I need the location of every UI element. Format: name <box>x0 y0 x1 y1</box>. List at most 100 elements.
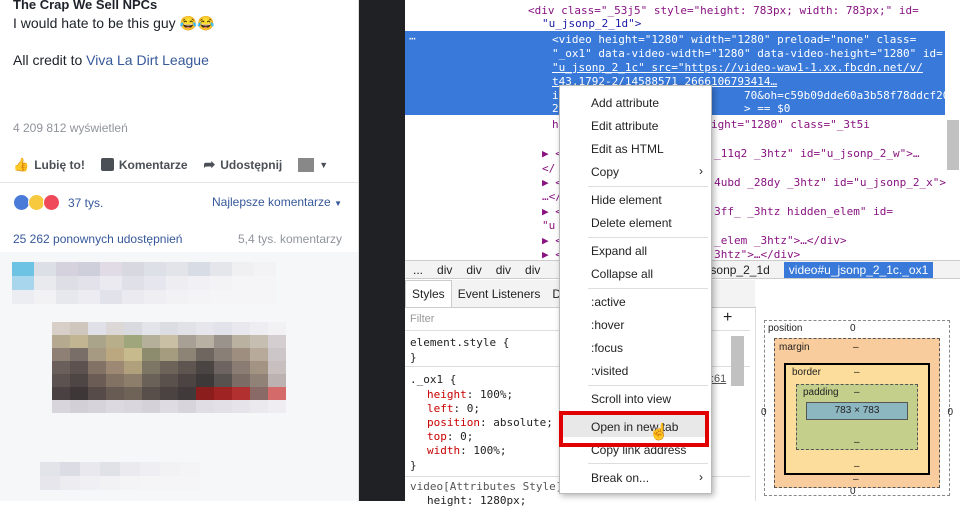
dom-line: "_ox1" data-video-width="1280" data-vide… <box>552 47 943 60</box>
mouse-cursor-icon: ☝ <box>649 424 669 441</box>
share-label: Udostępnij <box>220 157 283 172</box>
reactions-count: 37 tys. <box>68 195 104 210</box>
menu-item-visited-state[interactable]: :visited <box>591 364 628 378</box>
css-property[interactable]: width: 100%; <box>427 444 507 457</box>
sort-label: Najlepsze komentarze <box>212 195 331 209</box>
menu-item-hide-element[interactable]: Hide element <box>591 193 662 207</box>
menu-item-break-on[interactable]: Break on... <box>591 471 649 485</box>
avatar <box>298 157 315 172</box>
pixelated-image <box>52 322 286 413</box>
menu-item-focus-state[interactable]: :focus <box>591 341 623 355</box>
highlight-annotation-box <box>559 411 709 447</box>
post-actions: 👍 Lubię to! Komentarze ➦ Udostępnij ▼ <box>13 156 328 173</box>
breadcrumb-item[interactable]: ... <box>413 263 423 277</box>
reactions-summary[interactable]: 37 tys. <box>13 194 103 211</box>
pixelated-comment-1 <box>12 262 276 304</box>
padding-label: padding <box>803 387 839 398</box>
element-style-rule[interactable]: element.style { <box>410 336 509 349</box>
new-style-rule-button[interactable]: + <box>723 309 732 327</box>
margin-value: – <box>853 342 859 353</box>
tab-styles[interactable]: Styles <box>405 280 452 307</box>
styles-filter-input[interactable]: Filter <box>410 313 434 325</box>
dom-line[interactable]: "u_jsonp_2_1d"> <box>542 17 641 30</box>
view-count: 4 209 812 wyświetleń <box>13 121 128 135</box>
thumbs-up-icon: 👍 <box>13 156 30 172</box>
audience-selector[interactable]: ▼ <box>298 156 328 173</box>
shares-link[interactable]: 25 262 ponownych udostępnień <box>13 232 182 246</box>
menu-item-add-attribute[interactable]: Add attribute <box>591 96 659 110</box>
rule-close: } <box>410 351 417 364</box>
menu-separator <box>588 186 708 187</box>
submenu-arrow-icon: › <box>699 164 703 178</box>
source-link[interactable]: :61 <box>711 373 726 385</box>
border-label: border <box>792 367 821 378</box>
attributes-style-rule[interactable]: video[Attributes Style] <box>410 480 562 493</box>
css-property[interactable]: position: absolute; <box>427 416 553 429</box>
dom-line[interactable]: <div class="_53j5" style="height: 783px;… <box>528 4 919 17</box>
dom-line: <video height="1280" width="1280" preloa… <box>552 33 917 46</box>
share-icon: ➦ <box>203 156 216 172</box>
css-property[interactable]: left: 0; <box>427 402 480 415</box>
styles-scrollbar[interactable] <box>731 336 744 386</box>
position-left-value: 0 <box>761 407 767 418</box>
breadcrumb-item[interactable]: div <box>466 263 481 277</box>
comment-label: Komentarze <box>118 157 188 172</box>
submenu-arrow-icon: › <box>699 470 703 484</box>
divider <box>0 182 358 183</box>
comments-count[interactable]: 5,4 tys. komentarzy <box>238 232 342 246</box>
border-value: – <box>854 367 860 378</box>
menu-item-copy[interactable]: Copy <box>591 165 619 179</box>
comment-icon <box>100 158 114 171</box>
credit-prefix: All credit to <box>13 52 87 68</box>
share-button[interactable]: ➦ Udostępnij <box>204 156 283 173</box>
comment-sort-dropdown[interactable]: Najlepsze komentarze ▼ <box>212 195 342 209</box>
menu-separator <box>588 288 708 289</box>
love-reaction-icon <box>43 194 60 211</box>
chevron-down-icon: ▼ <box>319 159 329 170</box>
menu-item-active-state[interactable]: :active <box>591 295 626 309</box>
caret-down-icon: ▼ <box>334 199 342 208</box>
breadcrumb-item-active[interactable]: video#u_jsonp_2_1c._ox1 <box>783 261 934 278</box>
content-box[interactable]: 783 × 783 <box>806 402 908 420</box>
menu-item-expand-all[interactable]: Expand all <box>591 244 647 258</box>
menu-separator <box>588 463 708 464</box>
menu-item-edit-as-html[interactable]: Edit as HTML <box>591 142 664 156</box>
like-button[interactable]: 👍 Lubię to! <box>13 156 85 173</box>
breadcrumb-item[interactable]: div <box>525 263 540 277</box>
menu-separator <box>588 237 708 238</box>
dom-line: "u_jsonp_2_1c" src="https://video-waw1-1… <box>552 61 923 74</box>
css-property[interactable]: height: 100%; <box>427 388 513 401</box>
menu-item-collapse-all[interactable]: Collapse all <box>591 267 653 281</box>
post-credit: All credit to Viva La Dirt League <box>13 52 209 68</box>
comments-area <box>0 252 358 501</box>
menu-item-delete-element[interactable]: Delete element <box>591 216 672 230</box>
menu-separator <box>588 385 708 386</box>
rule-close: } <box>410 459 417 472</box>
ellipsis-icon[interactable]: ⋯ <box>409 32 416 45</box>
menu-item-hover-state[interactable]: :hover <box>591 318 624 332</box>
padding-value: – <box>854 387 860 398</box>
tab-event-listeners[interactable]: Event Listeners <box>452 281 547 307</box>
position-value: 0 <box>850 323 856 334</box>
elements-scrollbar[interactable] <box>947 120 959 170</box>
breadcrumb-item[interactable]: div <box>496 263 511 277</box>
menu-item-scroll-into-view[interactable]: Scroll into view <box>591 392 671 406</box>
box-model-diagram: position 0 0 0 0 margin – – border – – p… <box>755 306 960 501</box>
border-bottom-value: – <box>854 461 860 472</box>
post-title[interactable]: The Crap We Sell NPCs <box>13 0 157 12</box>
credit-link[interactable]: Viva La Dirt League <box>86 52 209 68</box>
rule-selector[interactable]: ._ox1 { <box>410 373 456 386</box>
css-property[interactable]: top: 0; <box>427 430 473 443</box>
pixelated-comment-2 <box>40 462 200 490</box>
facebook-post-panel: The Crap We Sell NPCs I would hate to be… <box>0 0 359 501</box>
margin-label: margin <box>779 342 810 353</box>
comment-button[interactable]: Komentarze <box>100 156 188 173</box>
like-label: Lubię to! <box>34 157 85 172</box>
position-right-value: 0 <box>947 407 953 418</box>
page-background-gutter <box>359 0 405 501</box>
margin-bottom-value: – <box>853 474 859 485</box>
position-label: position <box>768 323 803 334</box>
menu-item-edit-attribute[interactable]: Edit attribute <box>591 119 658 133</box>
padding-bottom-value: – <box>854 437 860 448</box>
breadcrumb-item[interactable]: div <box>437 263 452 277</box>
